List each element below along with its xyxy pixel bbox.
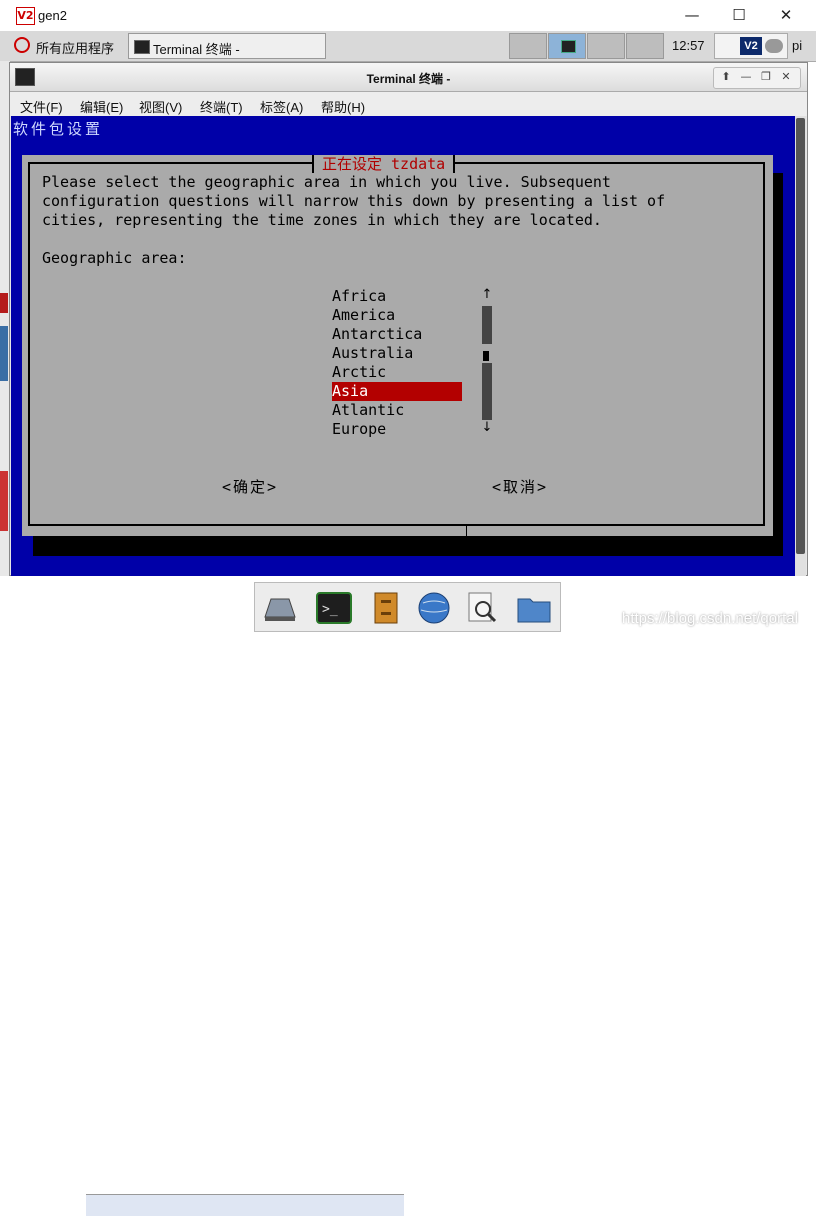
desktop-window-edge: [0, 326, 8, 381]
desktop-window-edge: [0, 293, 8, 313]
vnc-logo-icon: V2: [16, 7, 35, 25]
menu-view[interactable]: 视图(V): [139, 97, 182, 116]
web-browser-icon[interactable]: [415, 589, 453, 627]
file-cabinet-icon[interactable]: [367, 589, 405, 627]
watermark: https://blog.csdn.net/qortal: [622, 610, 798, 627]
area-option-europe[interactable]: Europe: [332, 420, 462, 439]
area-option-africa[interactable]: Africa: [332, 287, 462, 306]
scroll-thumb[interactable]: [483, 351, 489, 361]
dialog-message: Please select the geographic area in whi…: [42, 173, 752, 230]
menu-help[interactable]: 帮助(H): [321, 97, 365, 116]
terminal-console[interactable]: 软件包设置 正在设定 tzdata Please select the geog…: [11, 116, 795, 576]
terminal-window: Terminal 终端 - ⬆ — ❐ ✕ 文件(F) 编辑(E) 视图(V) …: [9, 62, 808, 576]
dialog-message-line: cities, representing the time zones in w…: [42, 211, 602, 229]
terminal-scroll-thumb[interactable]: [796, 118, 805, 554]
desktop-window-edge: [0, 471, 8, 531]
user-name[interactable]: pi: [792, 38, 802, 53]
folder-icon[interactable]: [515, 589, 553, 627]
terminal-scrollbar[interactable]: [795, 116, 806, 576]
list-scrollbar[interactable]: ↑ ↓: [481, 287, 493, 439]
text-cursor-icon: [466, 525, 473, 539]
system-tray: V2: [714, 33, 788, 59]
show-desktop-icon[interactable]: [261, 589, 299, 627]
outer-window-titlebar: V2 gen2 — ☐ ✕: [0, 0, 816, 32]
area-option-america[interactable]: America: [332, 306, 462, 325]
terminal-minimize-button[interactable]: —: [736, 70, 756, 83]
menu-file[interactable]: 文件(F): [20, 97, 63, 116]
tzdata-dialog: 正在设定 tzdata Please select the geographic…: [22, 155, 773, 536]
dialog-message-line: configuration questions will narrow this…: [42, 192, 666, 210]
terminal-window-controls: ⬆ — ❐ ✕: [713, 67, 801, 89]
area-option-antarctica[interactable]: Antarctica: [332, 325, 462, 344]
menu-edit[interactable]: 编辑(E): [80, 97, 123, 116]
maximize-button[interactable]: ☐: [719, 4, 759, 26]
shade-button[interactable]: ⬆: [716, 70, 736, 83]
terminal-title: Terminal 终端 -: [366, 72, 451, 86]
workspace-window-icon: [561, 40, 576, 53]
terminal-launcher-icon[interactable]: >_: [315, 589, 353, 627]
dialog-title: 正在设定 tzdata: [312, 155, 456, 173]
menu-terminal[interactable]: 终端(T): [200, 97, 243, 116]
debian-swirl-icon: [14, 37, 30, 53]
taskbar: 所有应用程序 Terminal 终端 - 12:57 V2 pi: [0, 31, 816, 62]
workspace-4[interactable]: [626, 33, 664, 59]
vnc-tray-icon[interactable]: V2: [740, 37, 762, 55]
area-option-asia[interactable]: Asia: [332, 382, 462, 401]
clock[interactable]: 12:57: [672, 38, 705, 53]
area-option-australia[interactable]: Australia: [332, 344, 462, 363]
search-icon[interactable]: [463, 589, 501, 627]
terminal-icon: [134, 40, 150, 54]
area-option-arctic[interactable]: Arctic: [332, 363, 462, 382]
workspace-1[interactable]: [509, 33, 547, 59]
svg-text:>_: >_: [322, 602, 338, 617]
terminal-titlebar[interactable]: Terminal 终端 - ⬆ — ❐ ✕: [10, 63, 807, 92]
terminal-close-button[interactable]: ✕: [776, 70, 796, 83]
terminal-maximize-button[interactable]: ❐: [756, 70, 776, 83]
outer-window-title: gen2: [38, 8, 67, 23]
dialog-message-line: Please select the geographic area in whi…: [42, 173, 611, 191]
workspace-3[interactable]: [587, 33, 625, 59]
menu-tabs[interactable]: 标签(A): [260, 97, 303, 116]
workspace-2[interactable]: [548, 33, 586, 59]
cancel-button[interactable]: <取消>: [492, 476, 548, 497]
ok-button[interactable]: <确定>: [222, 476, 278, 497]
backtitle: 软件包设置: [13, 120, 104, 138]
desktop-window-edge: [86, 1194, 404, 1216]
geographic-area-label: Geographic area:: [42, 249, 187, 267]
applications-menu-label: 所有应用程序: [36, 41, 115, 56]
minimize-button[interactable]: —: [672, 4, 712, 26]
terminal-menubar: 文件(F) 编辑(E) 视图(V) 终端(T) 标签(A) 帮助(H): [10, 92, 807, 116]
taskbar-terminal-label: Terminal 终端 -: [153, 42, 240, 57]
close-button[interactable]: ✕: [766, 4, 806, 26]
area-list: Africa America Antarctica Australia Arct…: [332, 287, 462, 439]
area-option-atlantic[interactable]: Atlantic: [332, 401, 462, 420]
scroll-track: [482, 306, 492, 344]
network-icon[interactable]: [765, 39, 783, 53]
taskbar-terminal-button[interactable]: Terminal 终端 -: [128, 33, 326, 59]
scroll-up-arrow-icon[interactable]: ↑: [481, 287, 493, 302]
scroll-track: [482, 363, 492, 420]
scroll-down-arrow-icon[interactable]: ↓: [481, 420, 493, 435]
dock: >_: [254, 582, 561, 632]
